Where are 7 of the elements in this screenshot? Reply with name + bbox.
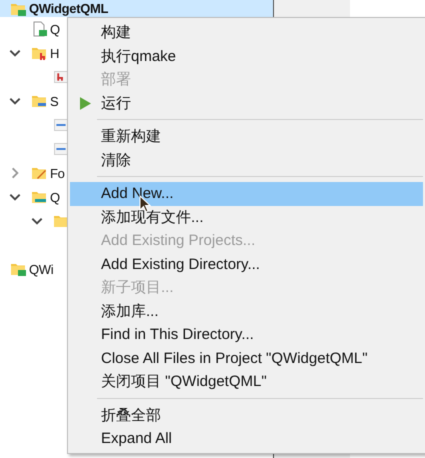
- tree-item-label: H: [50, 46, 60, 60]
- tree-item-label: Fo: [50, 166, 65, 180]
- tree-item-label: Q: [50, 190, 60, 204]
- tree-item-label: Q: [50, 22, 60, 36]
- tree-item-label: QWidgetQML: [29, 1, 108, 16]
- tree-item-label: S: [50, 94, 58, 108]
- tree-item-label: QWi: [29, 262, 54, 276]
